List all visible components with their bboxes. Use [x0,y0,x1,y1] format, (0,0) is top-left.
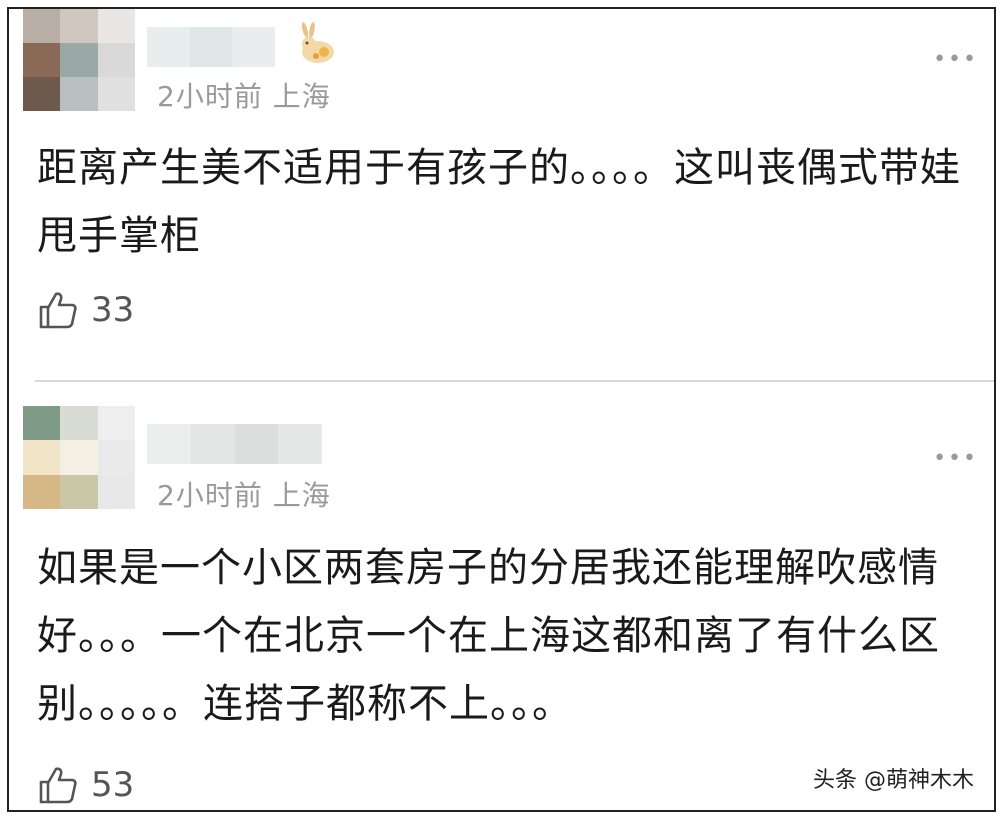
avatar-pixel [60,440,98,475]
avatar-pixel [23,43,61,77]
comment-text: 如果是一个小区两套房子的分居我还能理解吹感情好。。。一个在北京一个在上海这都和离… [37,545,940,727]
comment-meta: 2小时前 上海 [157,80,331,113]
avatar-pixel [23,474,61,509]
avatar-pixel [60,77,98,111]
avatar-pixel [97,474,135,509]
avatar-pixel [97,9,135,43]
avatar-pixel [23,440,61,475]
username-blurred[interactable] [147,27,276,67]
avatar-pixel [97,406,135,441]
rabbit-badge-icon [301,22,334,63]
comment-text: 距离产生美不适用于有孩子的。。。。这叫丧偶式带娃甩手掌柜 [37,145,961,259]
avatar-pixel [23,9,61,43]
thumbs-up-icon [39,767,77,804]
avatar-pixel [97,440,135,475]
avatar[interactable] [23,9,135,111]
more-options-icon[interactable]: ••• [933,446,978,471]
comment-item: 2小时前 上海 ••• 距离产生美不适用于有孩子的。。。。这叫丧偶式带娃甩手掌柜… [9,9,994,382]
like-button[interactable]: 53 [37,764,134,806]
username-blurred[interactable] [147,424,322,464]
avatar-pixel [60,474,98,509]
avatar-pixel [97,43,135,77]
avatar-pixel [60,43,98,77]
comment-meta: 2小时前 上海 [157,479,331,512]
avatar[interactable] [23,406,135,509]
like-count: 33 [91,290,135,330]
avatar-pixel [23,406,61,441]
avatar-pixel [97,77,135,111]
thumbs-up-icon [39,292,77,329]
avatar-pixel [23,77,61,111]
comment-panel: 2小时前 上海 ••• 距离产生美不适用于有孩子的。。。。这叫丧偶式带娃甩手掌柜… [7,7,996,812]
avatar-pixel [60,9,98,43]
watermark: 头条 @萌神木木 [813,768,974,793]
more-options-icon[interactable]: ••• [933,47,978,72]
divider [35,380,994,382]
like-count: 53 [91,765,135,805]
like-button[interactable]: 33 [37,289,134,331]
comment-item: 2小时前 上海 ••• 如果是一个小区两套房子的分居我还能理解吹感情好。。。一个… [9,384,994,810]
avatar-pixel [60,406,98,441]
